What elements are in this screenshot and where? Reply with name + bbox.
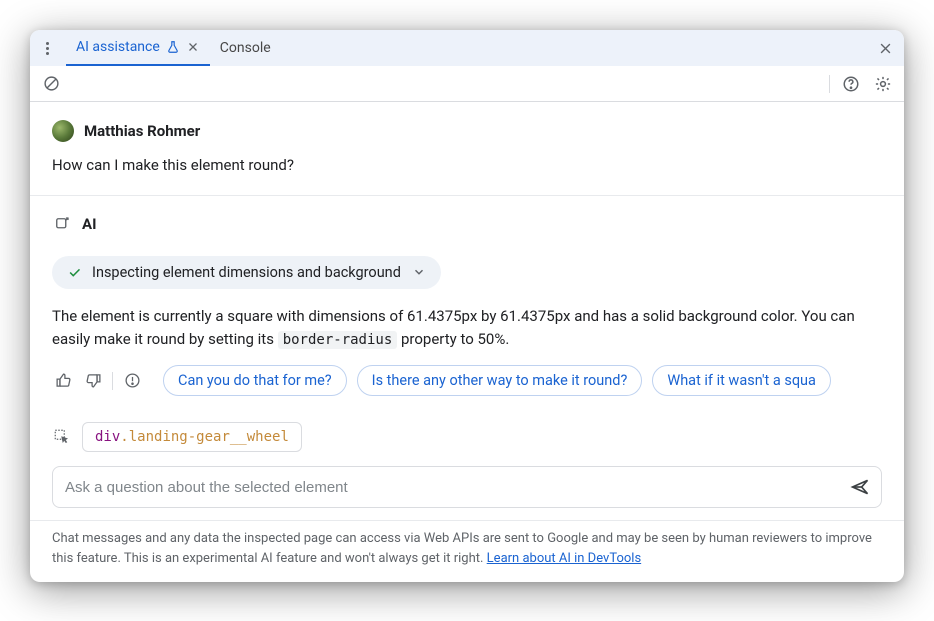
chat-content: Matthias Rohmer How can I make this elem… [30, 102, 904, 582]
inspect-status-pill[interactable]: Inspecting element dimensions and backgr… [52, 256, 441, 289]
thumbs-up-icon[interactable] [52, 370, 74, 392]
report-icon[interactable] [121, 370, 143, 392]
close-panel-icon[interactable] [876, 39, 894, 57]
disclaimer-link[interactable]: Learn about AI in DevTools [487, 551, 641, 566]
send-icon[interactable] [845, 472, 875, 502]
user-name: Matthias Rohmer [84, 122, 200, 140]
element-class: .landing-gear__wheel [120, 429, 289, 445]
more-tabs-icon[interactable] [38, 39, 56, 57]
suggestion-chip[interactable]: What if it wasn't a squa [652, 365, 831, 396]
message-header: Matthias Rohmer [52, 120, 882, 142]
devtools-panel: AI assistance Console [30, 30, 904, 582]
answer-text-post: property to 50%. [397, 330, 509, 348]
feedback-icons [52, 370, 143, 392]
flask-icon [166, 40, 180, 54]
answer-code: border-radius [278, 331, 398, 349]
tab-label: Console [220, 40, 271, 56]
ai-message: AI Inspecting element dimensions and bac… [30, 196, 904, 415]
ai-spark-icon [52, 214, 72, 234]
help-icon[interactable] [840, 73, 862, 95]
toolbar [30, 66, 904, 102]
user-question: How can I make this element round? [52, 154, 882, 177]
gear-icon[interactable] [872, 73, 894, 95]
suggestion-chip[interactable]: Can you do that for me? [163, 365, 347, 396]
element-picker-icon[interactable] [52, 427, 72, 447]
clear-icon[interactable] [40, 73, 62, 95]
divider [112, 372, 113, 390]
inspect-status-text: Inspecting element dimensions and backgr… [92, 264, 401, 281]
tab-ai-assistance[interactable]: AI assistance [66, 30, 210, 66]
tab-console[interactable]: Console [210, 30, 281, 66]
user-message: Matthias Rohmer How can I make this elem… [30, 102, 904, 196]
disclaimer: Chat messages and any data the inspected… [30, 520, 904, 582]
toolbar-divider [829, 75, 830, 93]
selected-element-chip[interactable]: div.landing-gear__wheel [82, 422, 302, 452]
message-header: AI [52, 214, 882, 234]
check-icon [66, 264, 82, 280]
disclaimer-text: Chat messages and any data the inspected… [52, 531, 872, 566]
close-tab-icon[interactable] [186, 40, 200, 54]
thumbs-down-icon[interactable] [82, 370, 104, 392]
element-tag: div [95, 429, 120, 445]
tab-bar: AI assistance Console [30, 30, 904, 66]
prompt-input[interactable] [65, 479, 845, 496]
ai-answer: The element is currently a square with d… [52, 305, 882, 352]
prompt-input-row [52, 466, 882, 508]
selected-element-row: div.landing-gear__wheel [30, 422, 904, 466]
ai-label: AI [82, 215, 96, 233]
feedback-row: Can you do that for me? Is there any oth… [52, 365, 882, 396]
chevron-down-icon [411, 264, 427, 280]
suggestion-chips: Can you do that for me? Is there any oth… [163, 365, 831, 396]
suggestion-chip[interactable]: Is there any other way to make it round? [357, 365, 643, 396]
tab-label: AI assistance [76, 39, 160, 55]
avatar [52, 120, 74, 142]
